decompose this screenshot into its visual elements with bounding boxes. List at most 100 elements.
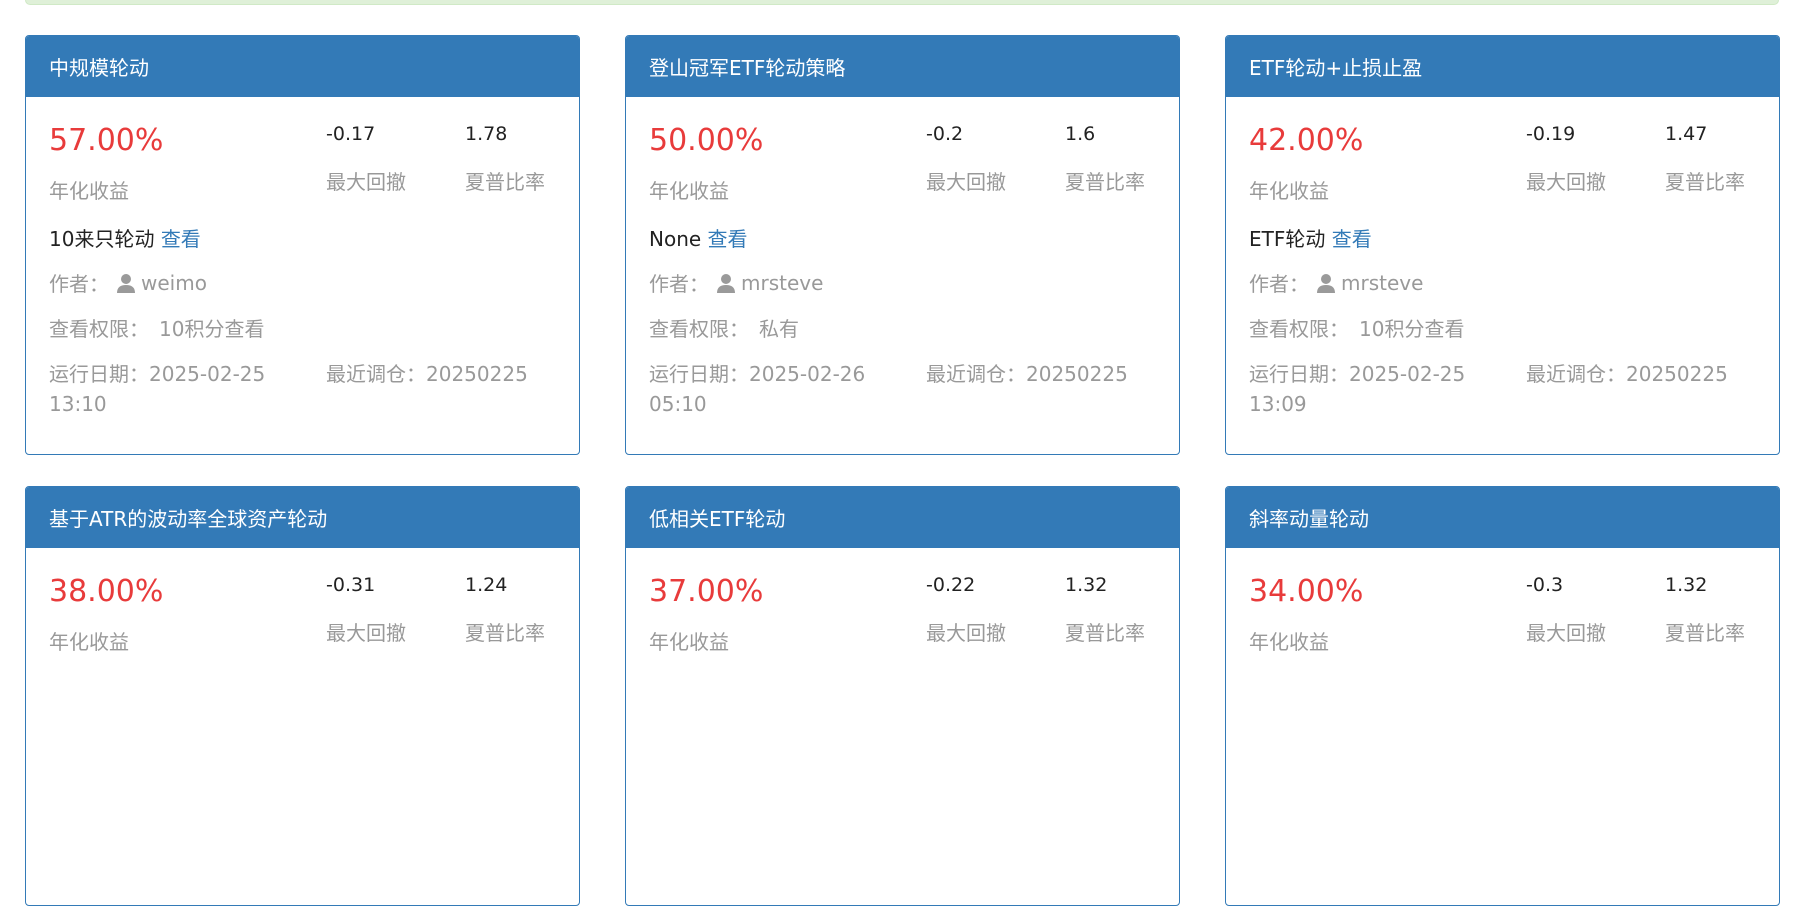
max-drawdown-label: 最大回撤 <box>326 170 406 194</box>
max-drawdown-label: 最大回撤 <box>1526 621 1606 645</box>
author-label: 作者： <box>49 272 109 296</box>
author-label: 作者： <box>1249 272 1309 296</box>
sharpe-label: 夏普比率 <box>1065 170 1145 194</box>
max-drawdown-label: 最大回撤 <box>326 621 406 645</box>
permission-label: 查看权限： <box>1249 317 1349 341</box>
last-rebalance: 最近调仓：20250225 <box>926 359 1128 389</box>
view-link[interactable]: 查看 <box>1332 227 1372 251</box>
sharpe-label: 夏普比率 <box>465 621 545 645</box>
annual-return-label: 年化收益 <box>49 630 129 654</box>
run-date-label: 运行日期： <box>1249 362 1349 386</box>
run-date: 运行日期：2025-02-25 13:10 <box>49 359 299 419</box>
last-rebalance-value: 20250225 <box>1026 362 1128 386</box>
annual-return-label: 年化收益 <box>49 179 129 203</box>
max-drawdown-value: -0.3 <box>1526 574 1564 596</box>
sharpe-value: 1.32 <box>1065 574 1108 596</box>
author-name[interactable]: mrsteve <box>1341 271 1423 295</box>
strategy-title[interactable]: 登山冠军ETF轮动策略 <box>626 36 1179 97</box>
run-time-value: 13:09 <box>1249 392 1307 416</box>
strategy-description: 10来只轮动 查看 <box>49 223 201 252</box>
author-row: 作者： weimo <box>49 268 207 297</box>
strategy-title[interactable]: ETF轮动+止损止盈 <box>1226 36 1779 97</box>
run-time-value: 05:10 <box>649 392 707 416</box>
view-link[interactable]: 查看 <box>161 227 201 251</box>
strategy-card: 斜率动量轮动 34.00% 年化收益 -0.3 最大回撤 1.32 夏普比率 <box>1225 486 1780 906</box>
sharpe-value: 1.78 <box>465 123 508 145</box>
view-link[interactable]: 查看 <box>708 227 748 251</box>
strategy-card: 中规模轮动 57.00% 年化收益 -0.17 最大回撤 1.78 夏普比率 1… <box>25 35 580 455</box>
author-name[interactable]: mrsteve <box>741 271 823 295</box>
run-date-value: 2025-02-25 <box>1349 362 1466 386</box>
strategy-card: ETF轮动+止损止盈 42.00% 年化收益 -0.19 最大回撤 1.47 夏… <box>1225 35 1780 455</box>
user-icon <box>1315 272 1337 294</box>
max-drawdown-label: 最大回撤 <box>1526 170 1606 194</box>
description-text: None <box>649 227 702 251</box>
sharpe-label: 夏普比率 <box>1665 621 1745 645</box>
permission-value: 私有 <box>759 317 799 341</box>
author-label: 作者： <box>649 272 709 296</box>
last-rebalance: 最近调仓：20250225 <box>1526 359 1728 389</box>
annual-return-value: 37.00% <box>649 574 764 609</box>
strategy-title[interactable]: 基于ATR的波动率全球资产轮动 <box>26 487 579 548</box>
permission-label: 查看权限： <box>49 317 149 341</box>
annual-return-value: 42.00% <box>1249 123 1364 158</box>
permission-value: 10积分查看 <box>1359 317 1465 341</box>
max-drawdown-value: -0.17 <box>326 123 376 145</box>
last-rebalance-label: 最近调仓： <box>926 362 1026 386</box>
max-drawdown-label: 最大回撤 <box>926 170 1006 194</box>
top-alert-strip <box>25 0 1779 5</box>
strategy-grid: 中规模轮动 57.00% 年化收益 -0.17 最大回撤 1.78 夏普比率 1… <box>25 35 1780 906</box>
strategy-title[interactable]: 斜率动量轮动 <box>1226 487 1779 548</box>
permission-row: 查看权限： 10积分查看 <box>49 313 264 342</box>
description-text: 10来只轮动 <box>49 227 155 251</box>
sharpe-value: 1.32 <box>1665 574 1708 596</box>
permission-row: 查看权限： 10积分查看 <box>1249 313 1464 342</box>
annual-return-value: 38.00% <box>49 574 164 609</box>
last-rebalance-value: 20250225 <box>1626 362 1728 386</box>
last-rebalance-label: 最近调仓： <box>326 362 426 386</box>
max-drawdown-value: -0.19 <box>1526 123 1576 145</box>
sharpe-label: 夏普比率 <box>1665 170 1745 194</box>
run-date-value: 2025-02-25 <box>149 362 266 386</box>
sharpe-value: 1.24 <box>465 574 508 596</box>
user-icon <box>115 272 137 294</box>
permission-row: 查看权限： 私有 <box>649 313 799 342</box>
run-time-value: 13:10 <box>49 392 107 416</box>
annual-return-label: 年化收益 <box>649 630 729 654</box>
max-drawdown-value: -0.22 <box>926 574 976 596</box>
strategy-title[interactable]: 中规模轮动 <box>26 36 579 97</box>
max-drawdown-label: 最大回撤 <box>926 621 1006 645</box>
sharpe-label: 夏普比率 <box>465 170 545 194</box>
run-date-label: 运行日期： <box>649 362 749 386</box>
max-drawdown-value: -0.2 <box>926 123 964 145</box>
annual-return-label: 年化收益 <box>1249 179 1329 203</box>
annual-return-label: 年化收益 <box>1249 630 1329 654</box>
strategy-description: None 查看 <box>649 223 748 252</box>
run-date: 运行日期：2025-02-26 05:10 <box>649 359 899 419</box>
sharpe-value: 1.6 <box>1065 123 1096 145</box>
annual-return-value: 34.00% <box>1249 574 1364 609</box>
strategy-title[interactable]: 低相关ETF轮动 <box>626 487 1179 548</box>
last-rebalance-value: 20250225 <box>426 362 528 386</box>
run-date-label: 运行日期： <box>49 362 149 386</box>
strategy-description: ETF轮动 查看 <box>1249 223 1372 252</box>
strategy-card: 基于ATR的波动率全球资产轮动 38.00% 年化收益 -0.31 最大回撤 1… <box>25 486 580 906</box>
max-drawdown-value: -0.31 <box>326 574 376 596</box>
annual-return-label: 年化收益 <box>649 179 729 203</box>
permission-value: 10积分查看 <box>159 317 265 341</box>
strategy-card: 低相关ETF轮动 37.00% 年化收益 -0.22 最大回撤 1.32 夏普比… <box>625 486 1180 906</box>
author-row: 作者： mrsteve <box>649 268 823 297</box>
last-rebalance: 最近调仓：20250225 <box>326 359 528 389</box>
sharpe-value: 1.47 <box>1665 123 1708 145</box>
run-date: 运行日期：2025-02-25 13:09 <box>1249 359 1499 419</box>
last-rebalance-label: 最近调仓： <box>1526 362 1626 386</box>
annual-return-value: 57.00% <box>49 123 164 158</box>
user-icon <box>715 272 737 294</box>
annual-return-value: 50.00% <box>649 123 764 158</box>
run-date-value: 2025-02-26 <box>749 362 866 386</box>
permission-label: 查看权限： <box>649 317 749 341</box>
author-name[interactable]: weimo <box>141 271 207 295</box>
description-text: ETF轮动 <box>1249 227 1326 251</box>
sharpe-label: 夏普比率 <box>1065 621 1145 645</box>
strategy-card: 登山冠军ETF轮动策略 50.00% 年化收益 -0.2 最大回撤 1.6 夏普… <box>625 35 1180 455</box>
